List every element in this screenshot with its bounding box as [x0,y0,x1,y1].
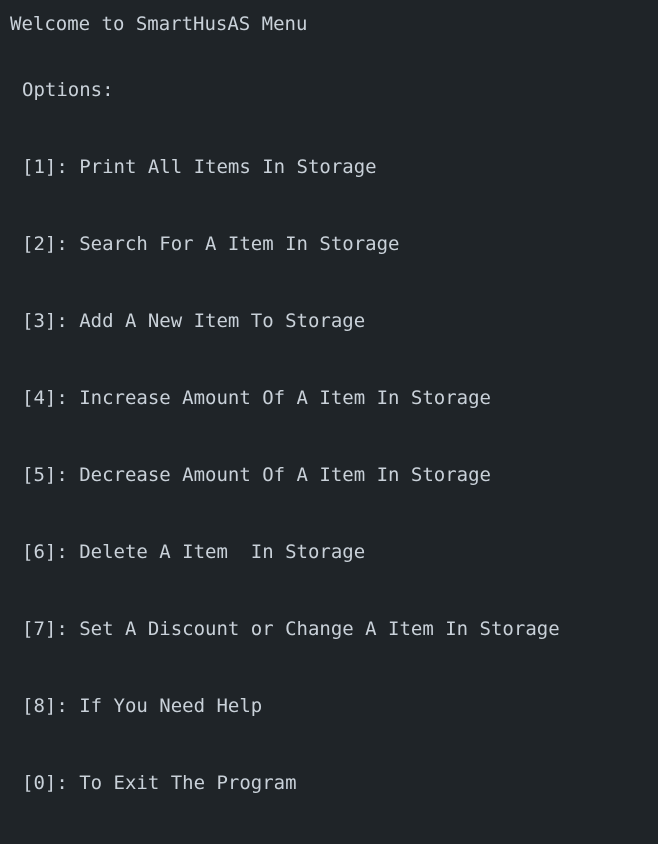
welcome-text: Welcome to SmartHusAS Menu [10,13,308,35]
options-label: Options: [22,79,114,101]
menu-option-5: [5]: Decrease Amount Of A Item In Storag… [22,464,491,486]
menu-option-7: [7]: Set A Discount or Change A Item In … [22,618,560,640]
menu-option-8: [8]: If You Need Help [22,695,263,717]
menu-option-2: [2]: Search For A Item In Storage [22,233,400,255]
menu-option-6: [6]: Delete A Item In Storage [22,541,366,563]
menu-option-4: [4]: Increase Amount Of A Item In Storag… [22,387,491,409]
menu-options-list: [1]: Print All Items In Storage [2]: Sea… [22,107,560,844]
console-output: Welcome to SmartHusAS Menu Options: [1]:… [0,0,658,794]
menu-option-0: [0]: To Exit The Program [22,772,297,794]
menu-option-1: [1]: Print All Items In Storage [22,156,377,178]
menu-option-3: [3]: Add A New Item To Storage [22,310,366,332]
